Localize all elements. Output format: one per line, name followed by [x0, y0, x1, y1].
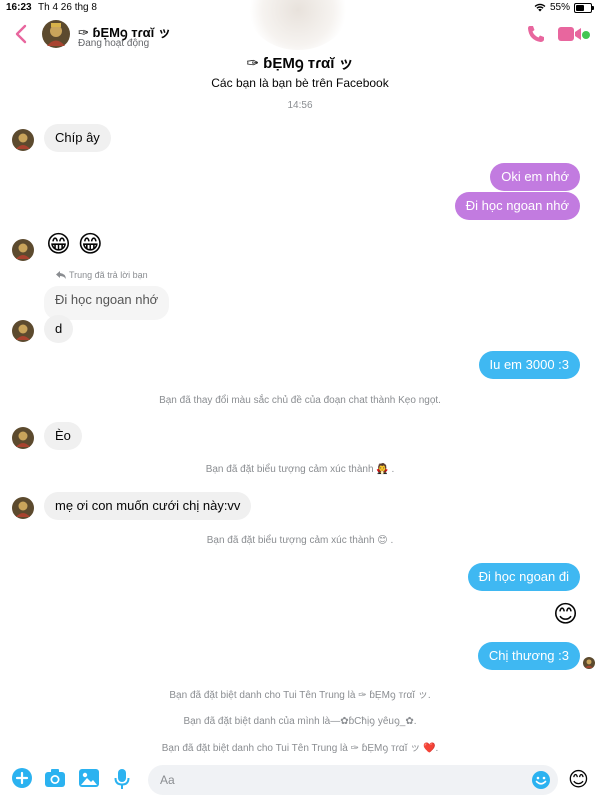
- reply-icon: [56, 271, 66, 279]
- status-time: 16:23: [6, 2, 32, 13]
- battery-level: [576, 4, 584, 11]
- sender-avatar[interactable]: [12, 129, 34, 151]
- video-icon[interactable]: [558, 26, 582, 42]
- back-icon[interactable]: [12, 22, 32, 46]
- quick-emoji-button[interactable]: 😊: [568, 767, 589, 792]
- outgoing-message[interactable]: Đi học ngoan đi: [467, 563, 580, 591]
- camera-icon[interactable]: [44, 768, 66, 788]
- battery-percent: 55%: [549, 2, 570, 13]
- sender-avatar[interactable]: [12, 497, 34, 519]
- outgoing-message[interactable]: Chị thương :3: [477, 642, 580, 670]
- image-icon[interactable]: [78, 768, 100, 788]
- emoji-message[interactable]: 😁 😁: [46, 230, 103, 259]
- reply-note-text: Trung đã trả lời bạn: [69, 270, 148, 280]
- profile-subtitle: Các bạn là bạn bè trên Facebook: [211, 76, 389, 90]
- incoming-message[interactable]: mẹ ơi con muốn cưới chị này:vv: [44, 492, 252, 520]
- contact-avatar[interactable]: [42, 20, 70, 48]
- contact-status: Đang hoạt động: [78, 38, 150, 49]
- reply-indicator: Trung đã trả lời bạn: [56, 270, 148, 280]
- system-notice: Bạn đã đặt biểu tượng cảm xúc thành 🧛 .: [205, 464, 395, 475]
- emoji-icon[interactable]: [532, 771, 550, 789]
- system-notice: Bạn đã đặt biệt danh của mình là—✿ɓCħịꝯ …: [183, 716, 417, 727]
- system-notice: Bạn đã đặt biệt danh cho Tui Tên Trung l…: [169, 690, 431, 701]
- system-notice: Bạn đã đặt biểu tượng cảm xúc thành 😊 .: [206, 535, 394, 546]
- incoming-message[interactable]: Èo: [44, 422, 82, 450]
- status-date: Th 4 26 thg 8: [38, 2, 97, 13]
- plus-icon[interactable]: [12, 768, 32, 788]
- phone-icon[interactable]: [526, 24, 546, 44]
- outgoing-message[interactable]: Oki em nhớ: [490, 163, 580, 191]
- sender-avatar[interactable]: [12, 239, 34, 261]
- sender-avatar[interactable]: [12, 320, 34, 342]
- message-input[interactable]: [148, 765, 558, 795]
- chat-screen: 16:23 Th 4 26 thg 8 55% ✑ ɓẸMꝯ тɾαĭ ッ Đa…: [0, 0, 600, 800]
- system-notice: Bạn đã thay đổi màu sắc chủ đề của đoạn …: [159, 395, 441, 406]
- emoji-message[interactable]: 😊: [553, 600, 578, 629]
- system-notice: Bạn đã đặt biệt danh cho Tui Tên Trung l…: [161, 743, 439, 754]
- outgoing-message[interactable]: Đi học ngoan nhớ: [454, 192, 580, 220]
- wifi-icon: [534, 3, 546, 12]
- sender-avatar[interactable]: [12, 427, 34, 449]
- profile-name: ✑ ɓẸMꝯ тɾαĭ ッ: [246, 55, 354, 72]
- incoming-message[interactable]: d: [44, 315, 74, 343]
- battery-icon: [574, 2, 594, 13]
- outgoing-message[interactable]: Iu em 3000 :3: [478, 351, 580, 379]
- status-right: 55%: [534, 2, 594, 13]
- seen-avatar: [583, 657, 595, 669]
- online-indicator: [582, 31, 590, 39]
- mic-icon[interactable]: [114, 768, 130, 790]
- message-timestamp: 14:56: [287, 100, 313, 111]
- message-composer: 😊: [0, 760, 600, 800]
- incoming-message[interactable]: Chíp ây: [44, 124, 111, 152]
